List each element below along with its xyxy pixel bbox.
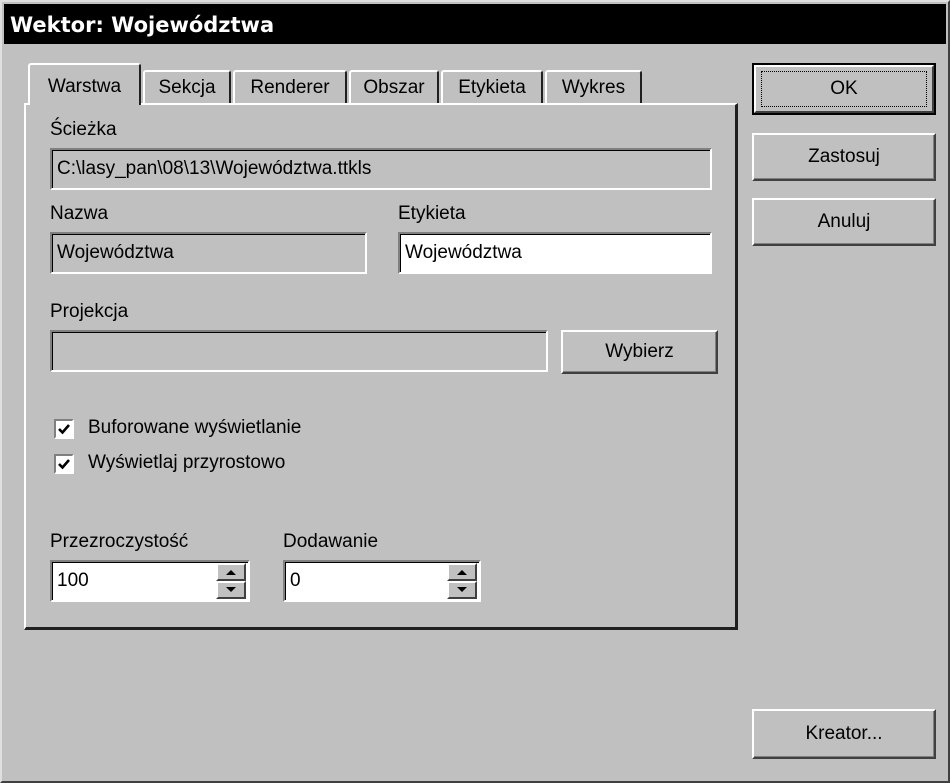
window-title: Wektor: Województwa — [10, 13, 275, 37]
adding-up-button[interactable] — [447, 563, 477, 581]
buffered-display-label: Buforowane wyświetlanie — [88, 417, 302, 438]
arrow-up-icon — [226, 570, 236, 575]
apply-button[interactable]: Zastosuj — [752, 133, 936, 181]
tab-renderer[interactable]: Renderer — [233, 70, 347, 104]
incremental-display-label: Wyświetlaj przyrostowo — [88, 452, 286, 473]
transparency-spinner — [216, 563, 246, 599]
tab-etykieta[interactable]: Etykieta — [441, 70, 543, 104]
cancel-button[interactable]: Anuluj — [752, 198, 936, 246]
transparency-up-button[interactable] — [216, 563, 246, 581]
choose-projection-button[interactable]: Wybierz — [561, 330, 718, 374]
tab-wykres[interactable]: Wykres — [545, 70, 642, 104]
tab-panel-warstwa: Ścieżka C:\lasy_pan\08\13\Województwa.tt… — [24, 103, 738, 630]
ok-button[interactable]: OK — [752, 63, 936, 115]
label-input[interactable] — [398, 232, 712, 274]
label-field-label: Etykieta — [398, 203, 466, 224]
arrow-up-icon — [457, 570, 467, 575]
buffered-display-checkbox[interactable] — [54, 419, 74, 439]
projection-label: Projekcja — [50, 301, 129, 322]
arrow-down-icon — [457, 587, 467, 592]
tab-obszar[interactable]: Obszar — [349, 70, 439, 104]
dialog-window: Wektor: Województwa Warstwa Sekcja Rende… — [0, 0, 950, 783]
adding-spinner — [447, 563, 477, 599]
transparency-label: Przezroczystość — [50, 531, 189, 552]
adding-down-button[interactable] — [447, 581, 477, 599]
adding-label: Dodawanie — [283, 531, 379, 552]
tab-sekcja[interactable]: Sekcja — [143, 70, 231, 104]
arrow-down-icon — [226, 587, 236, 592]
name-label: Nazwa — [50, 203, 109, 224]
path-field: C:\lasy_pan\08\13\Województwa.ttkls — [50, 148, 712, 190]
name-field: Województwa — [50, 232, 367, 274]
checkmark-icon — [58, 424, 70, 435]
projection-field — [50, 330, 548, 372]
wizard-button[interactable]: Kreator... — [752, 709, 936, 759]
path-label: Ścieżka — [50, 119, 117, 140]
transparency-down-button[interactable] — [216, 581, 246, 599]
tab-warstwa[interactable]: Warstwa — [28, 63, 141, 105]
incremental-display-checkbox[interactable] — [54, 454, 74, 474]
title-bar[interactable]: Wektor: Województwa — [4, 4, 946, 44]
checkmark-icon — [58, 459, 70, 470]
